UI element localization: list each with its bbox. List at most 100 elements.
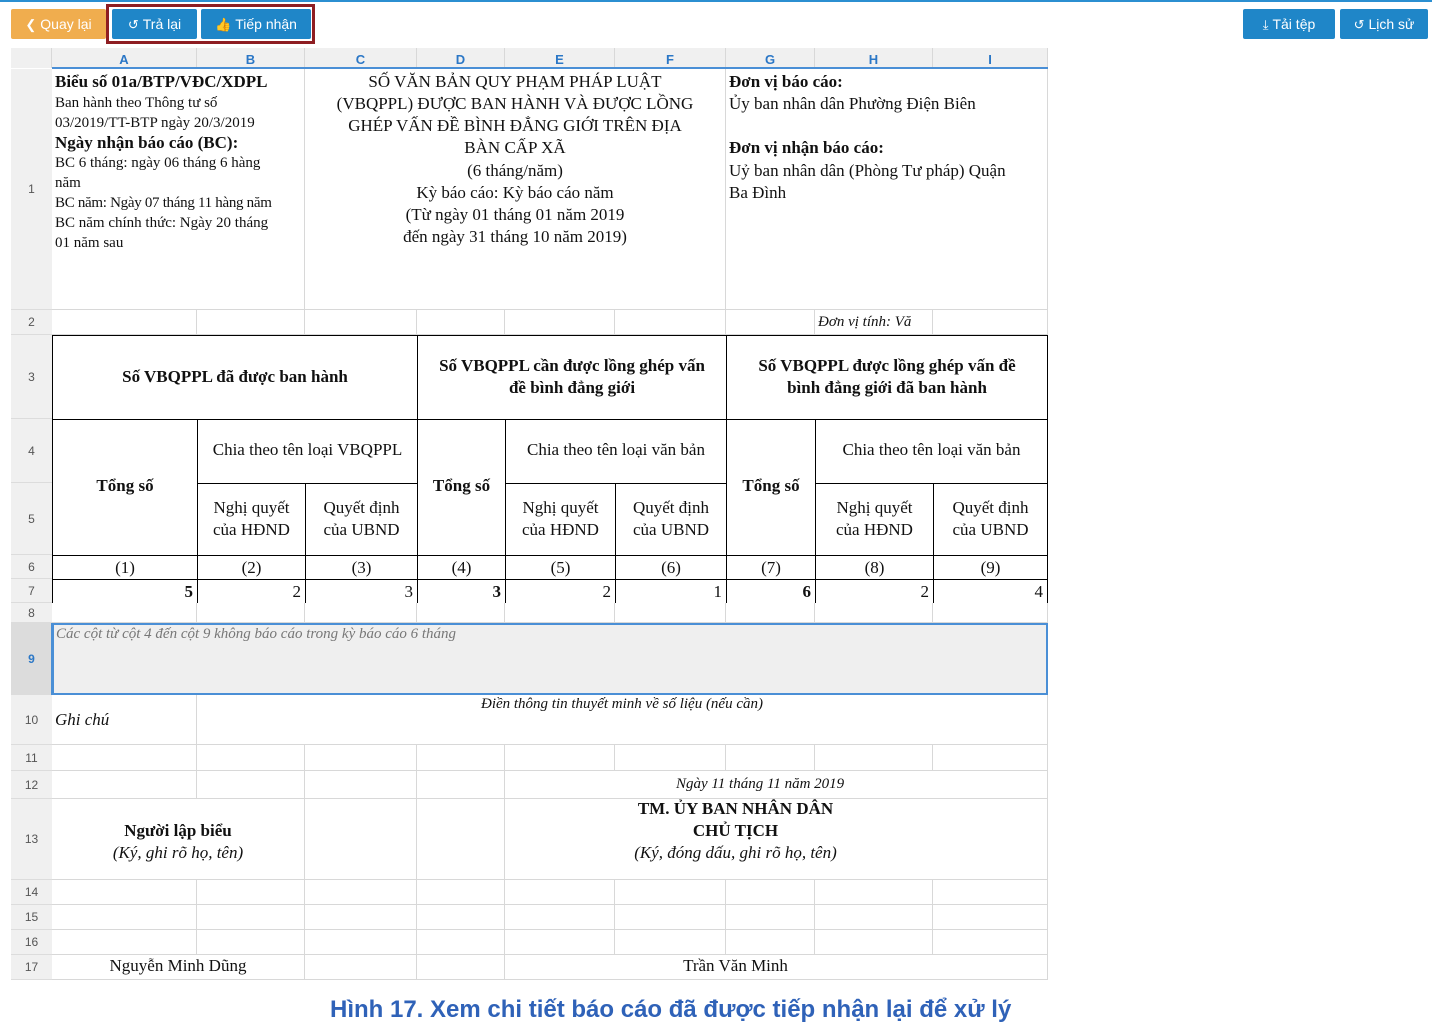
cell-e17[interactable]: Trần Văn Minh xyxy=(505,955,1048,980)
cell-e14[interactable] xyxy=(505,880,615,905)
cell-a16[interactable] xyxy=(52,930,197,955)
history-button[interactable]: ↺ Lịch sử xyxy=(1340,9,1428,39)
back-button[interactable]: ❮ Quay lại xyxy=(11,9,106,39)
value-9[interactable]: 4 xyxy=(933,579,1048,604)
col-header-a[interactable]: A xyxy=(52,48,197,68)
cell-e8[interactable] xyxy=(505,603,615,623)
col-header-b[interactable]: B xyxy=(197,48,305,68)
cell-b2[interactable] xyxy=(197,310,305,335)
cell-d12[interactable] xyxy=(417,771,505,799)
cell-i11[interactable] xyxy=(933,745,1048,771)
header-split-3[interactable]: Chia theo tên loại văn bản xyxy=(815,419,1048,484)
row-header-2[interactable]: 2 xyxy=(11,310,52,335)
row-header-13[interactable]: 13 xyxy=(11,799,52,880)
cell-c1[interactable]: SỐ VĂN BẢN QUY PHẠM PHÁP LUẬT (VBQPPL) Đ… xyxy=(305,69,726,310)
cell-b11[interactable] xyxy=(197,745,305,771)
col-header-g[interactable]: G xyxy=(726,48,815,68)
row-header-4[interactable]: 4 xyxy=(11,419,52,483)
header-qd-1[interactable]: Quyết định của UBND xyxy=(305,483,418,556)
row-header-11[interactable]: 11 xyxy=(11,745,52,771)
cell-a14[interactable] xyxy=(52,880,197,905)
header-qd-2[interactable]: Quyết định của UBND xyxy=(615,483,727,556)
cell-c17[interactable] xyxy=(305,955,417,980)
row-header-10[interactable]: 10 xyxy=(11,695,52,745)
value-4[interactable]: 3 xyxy=(417,579,506,604)
cell-d17[interactable] xyxy=(417,955,505,980)
cell-h16[interactable] xyxy=(815,930,933,955)
cell-d11[interactable] xyxy=(417,745,505,771)
cell-e13[interactable]: TM. ỦY BAN NHÂN DÂN CHỦ TỊCH (Ký, đóng d… xyxy=(505,799,1048,880)
cell-d8[interactable] xyxy=(417,603,505,623)
cell-i16[interactable] xyxy=(933,930,1048,955)
colnum-8[interactable]: (8) xyxy=(815,555,934,580)
header-nq-1[interactable]: Nghị quyết của HĐND xyxy=(197,483,306,556)
cell-a13[interactable]: Người lập biểu (Ký, ghi rõ họ, tên) xyxy=(52,799,305,880)
cell-c12[interactable] xyxy=(305,771,417,799)
cell-g2[interactable] xyxy=(726,310,815,335)
cell-h14[interactable] xyxy=(815,880,933,905)
cell-f8[interactable] xyxy=(615,603,726,623)
row-header-16[interactable]: 16 xyxy=(11,930,52,955)
cell-a17[interactable]: Nguyễn Minh Dũng xyxy=(52,955,305,980)
cell-b12[interactable] xyxy=(197,771,305,799)
cell-h11[interactable] xyxy=(815,745,933,771)
header-total-2[interactable]: Tổng số xyxy=(417,419,506,556)
cell-i14[interactable] xyxy=(933,880,1048,905)
row-header-1[interactable]: 1 xyxy=(11,69,52,310)
cell-h2[interactable]: Đơn vị tính: Vă xyxy=(815,310,933,335)
row-header-6[interactable]: 6 xyxy=(11,555,52,579)
row-header-12[interactable]: 12 xyxy=(11,771,52,799)
cell-e11[interactable] xyxy=(505,745,615,771)
cell-a8[interactable] xyxy=(52,603,197,623)
cell-f14[interactable] xyxy=(615,880,726,905)
cell-c8[interactable] xyxy=(305,603,417,623)
cell-a12[interactable] xyxy=(52,771,197,799)
cell-c13[interactable] xyxy=(305,799,417,880)
cell-b8[interactable] xyxy=(197,603,305,623)
cell-e2[interactable] xyxy=(505,310,615,335)
cell-d2[interactable] xyxy=(417,310,505,335)
cell-c2[interactable] xyxy=(305,310,417,335)
row-header-17[interactable]: 17 xyxy=(11,955,52,980)
value-7[interactable]: 6 xyxy=(726,579,816,604)
value-3[interactable]: 3 xyxy=(305,579,418,604)
cell-d14[interactable] xyxy=(417,880,505,905)
cell-i15[interactable] xyxy=(933,905,1048,930)
value-8[interactable]: 2 xyxy=(815,579,934,604)
cell-b15[interactable] xyxy=(197,905,305,930)
cell-g11[interactable] xyxy=(726,745,815,771)
colnum-1[interactable]: (1) xyxy=(52,555,198,580)
row-header-5[interactable]: 5 xyxy=(11,483,52,555)
cell-e12[interactable]: Ngày 11 tháng 11 năm 2019 xyxy=(505,771,1048,799)
header-split-1[interactable]: Chia theo tên loại VBQPPL xyxy=(197,419,418,484)
header-split-2[interactable]: Chia theo tên loại văn bản xyxy=(505,419,727,484)
header-group-issued[interactable]: Số VBQPPL đã được ban hành xyxy=(52,335,418,420)
colnum-6[interactable]: (6) xyxy=(615,555,727,580)
colnum-4[interactable]: (4) xyxy=(417,555,506,580)
cell-h15[interactable] xyxy=(815,905,933,930)
download-button[interactable]: ⤓ Tải tệp xyxy=(1243,9,1335,39)
cell-e15[interactable] xyxy=(505,905,615,930)
cell-b14[interactable] xyxy=(197,880,305,905)
col-header-f[interactable]: F xyxy=(615,48,726,68)
cell-e16[interactable] xyxy=(505,930,615,955)
value-6[interactable]: 1 xyxy=(615,579,727,604)
col-header-d[interactable]: D xyxy=(417,48,505,68)
value-1[interactable]: 5 xyxy=(52,579,198,604)
cell-c16[interactable] xyxy=(305,930,417,955)
header-nq-3[interactable]: Nghị quyết của HĐND xyxy=(815,483,934,556)
cell-g16[interactable] xyxy=(726,930,815,955)
cell-c15[interactable] xyxy=(305,905,417,930)
cell-b10[interactable]: Điền thông tin thuyết minh về số liệu (n… xyxy=(197,695,1048,745)
row-header-8[interactable]: 8 xyxy=(11,603,52,623)
cell-a10[interactable]: Ghi chú xyxy=(52,695,197,745)
cell-a15[interactable] xyxy=(52,905,197,930)
cell-g1[interactable]: Đơn vị báo cáo: Ủy ban nhân dân Phường Đ… xyxy=(726,69,1048,310)
cell-i8[interactable] xyxy=(933,603,1048,623)
note-row9-selected[interactable]: Các cột từ cột 4 đến cột 9 không báo cáo… xyxy=(52,623,1048,695)
col-header-e[interactable]: E xyxy=(505,48,615,68)
row-header-14[interactable]: 14 xyxy=(11,880,52,905)
row-header-3[interactable]: 3 xyxy=(11,335,52,419)
value-5[interactable]: 2 xyxy=(505,579,616,604)
cell-d16[interactable] xyxy=(417,930,505,955)
